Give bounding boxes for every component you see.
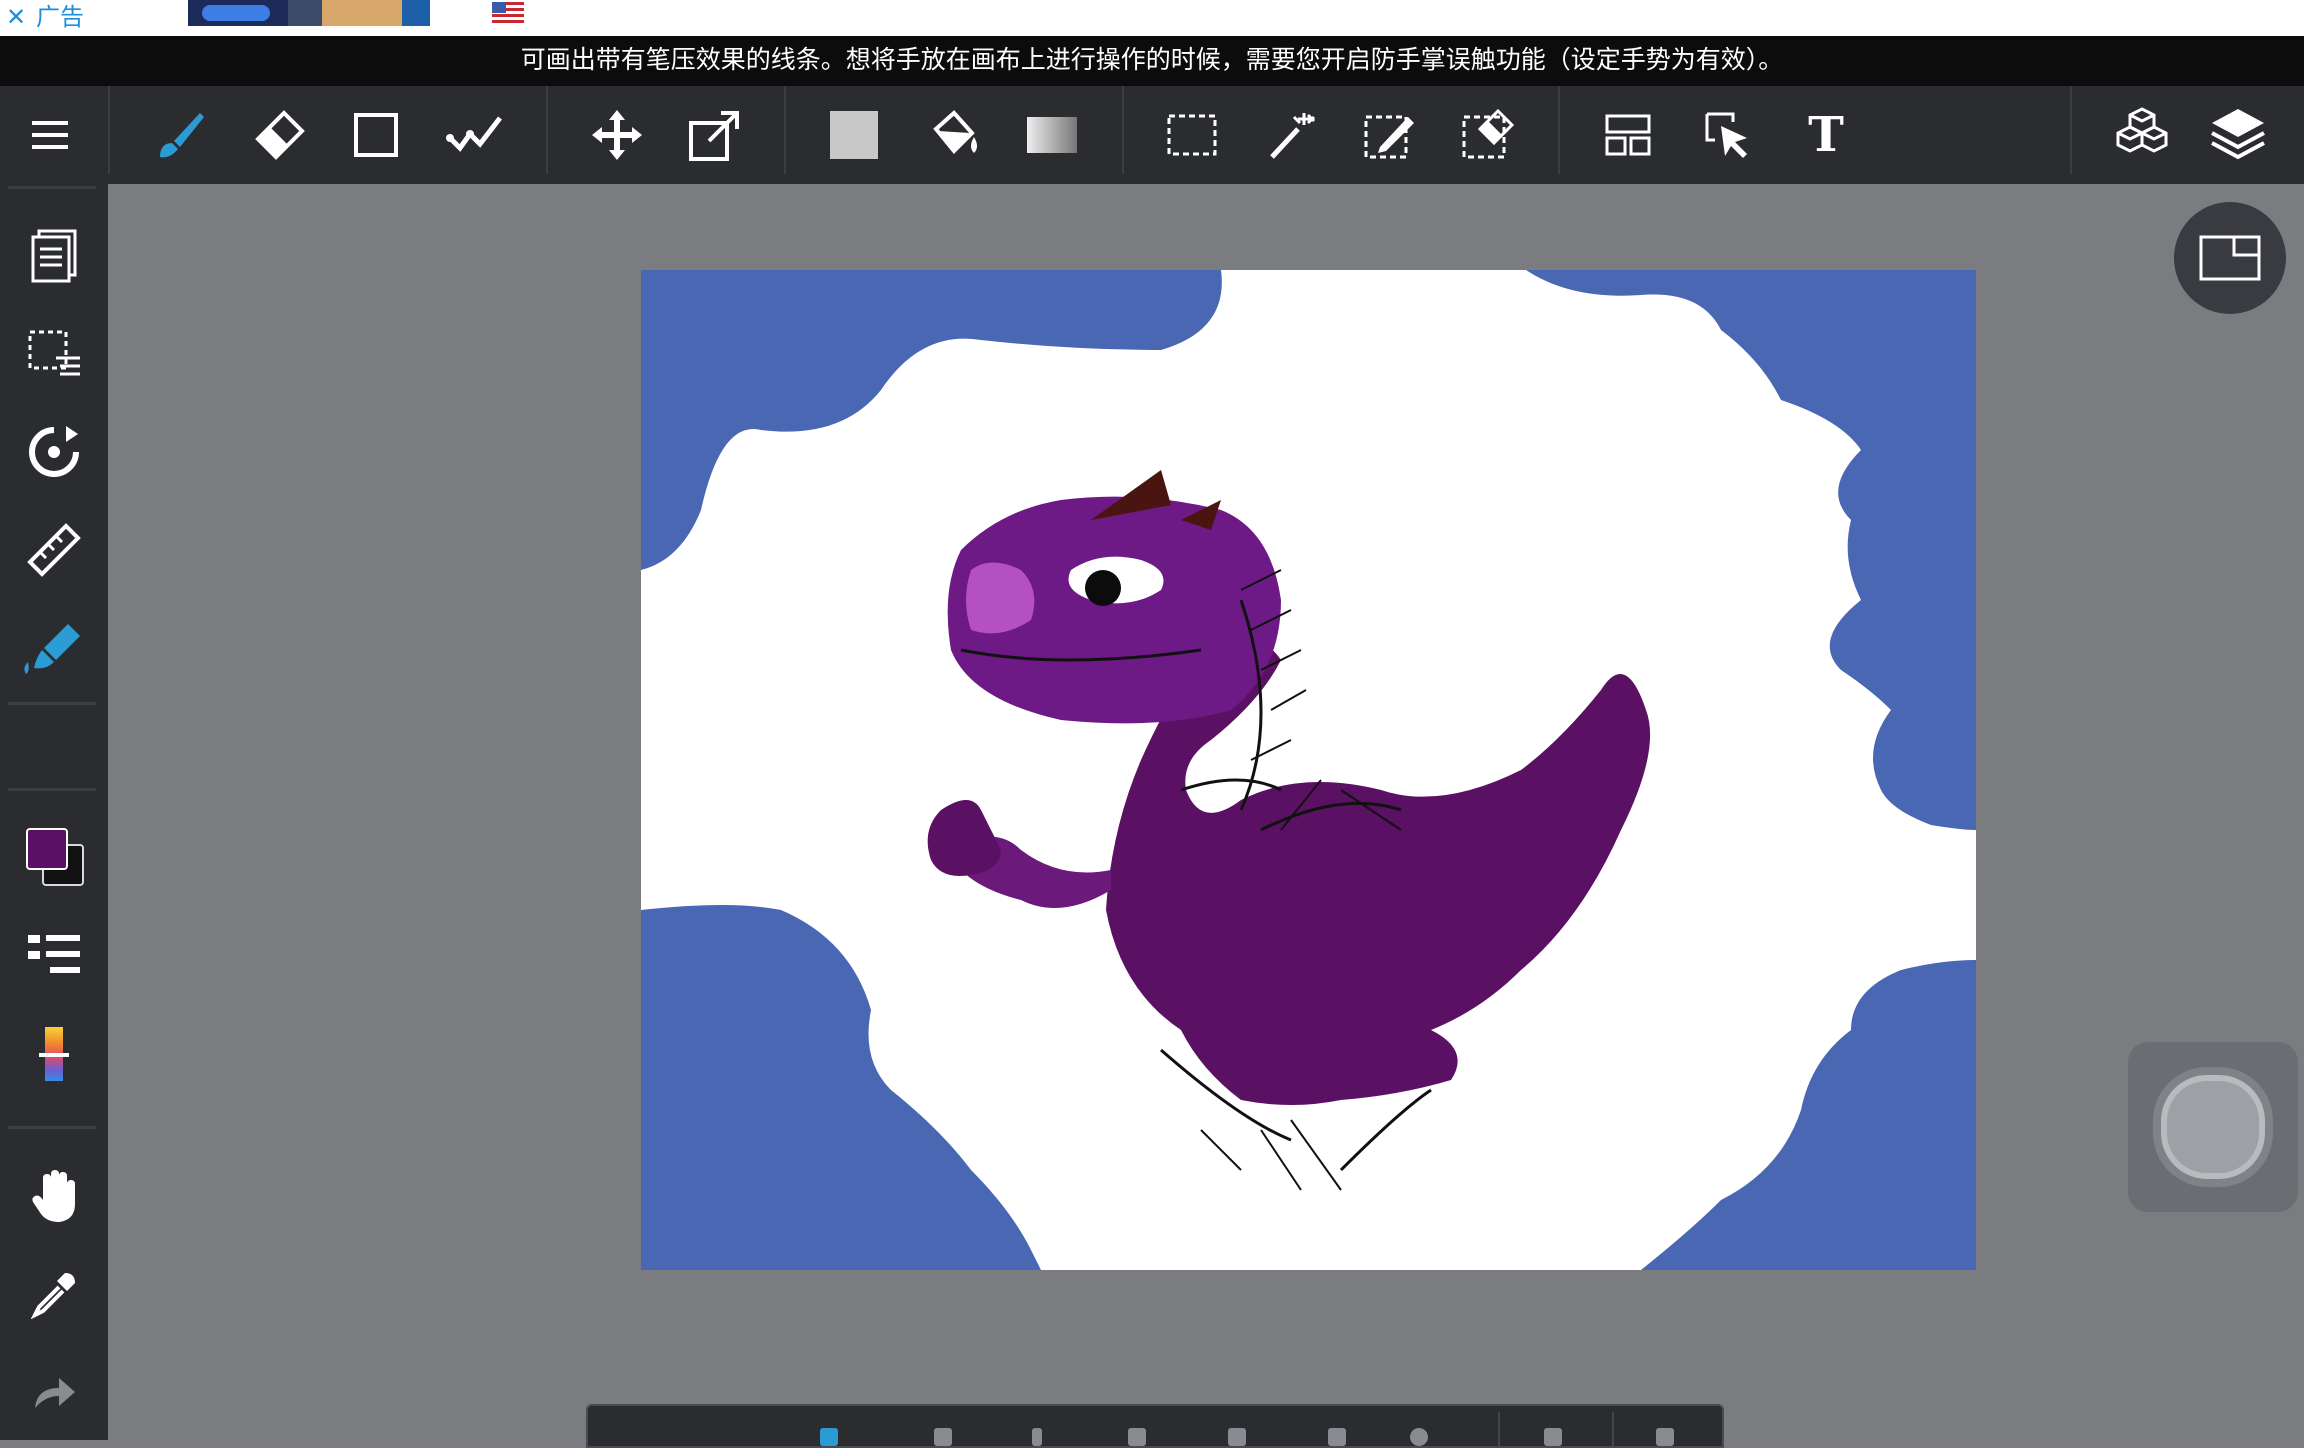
rotate-icon[interactable] [22, 420, 86, 484]
layer-icon[interactable] [1544, 1428, 1562, 1446]
circle-icon[interactable] [1410, 1428, 1428, 1446]
quick-touch-button[interactable] [2161, 1075, 2265, 1179]
brush-fill-icon[interactable] [22, 616, 86, 680]
bucket-icon[interactable] [922, 103, 986, 167]
bottom-tool-bar[interactable] [586, 1404, 1724, 1448]
eraser-icon[interactable] [246, 103, 310, 167]
fill-color-icon[interactable] [822, 103, 886, 167]
foreground-color[interactable] [26, 828, 68, 870]
correction-icon[interactable] [1128, 1428, 1146, 1446]
shape-icon[interactable] [344, 103, 408, 167]
ad-close-icon[interactable]: ✕ [6, 3, 26, 31]
more-icon[interactable] [1656, 1428, 1674, 1446]
selection-list-icon[interactable] [22, 322, 86, 386]
pen-icon[interactable] [1328, 1428, 1346, 1446]
ad-image[interactable] [402, 0, 430, 26]
ad-banner[interactable]: ✕ 广告 [0, 0, 2304, 36]
navigator-button[interactable] [2174, 202, 2286, 314]
brush-icon[interactable] [820, 1428, 838, 1446]
tip-banner: 可画出带有笔压效果的线条。想将手放在画布上进行操作的时候，需要您开启防手掌误触功… [0, 36, 2304, 86]
quick-touch-panel[interactable] [2128, 1042, 2298, 1212]
select-eraser-icon[interactable] [1456, 103, 1520, 167]
dragon-eye-pupil [1085, 570, 1121, 606]
blue-background-shape [1641, 960, 1976, 1270]
drawing-canvas[interactable] [641, 270, 1976, 1270]
transform-icon[interactable] [683, 103, 747, 167]
ad-image[interactable] [188, 0, 288, 26]
ad-label: 广告 [36, 3, 84, 31]
flag-icon[interactable] [492, 2, 524, 24]
left-sidebar [0, 184, 108, 1440]
menu-icon[interactable] [18, 103, 82, 167]
tip-text: 可画出带有笔压效果的线条。想将手放在画布上进行操作的时候，需要您开启防手掌误触功… [520, 45, 1784, 74]
select-pen-icon[interactable] [1358, 103, 1422, 167]
blue-background-shape [641, 905, 1041, 1270]
layout-icon[interactable] [1596, 103, 1660, 167]
text-icon[interactable]: T [1794, 103, 1858, 167]
dragon-hand [927, 800, 1001, 876]
select-rect-icon[interactable] [1160, 103, 1224, 167]
layers-icon[interactable] [2206, 103, 2270, 167]
eraser-icon[interactable] [934, 1428, 952, 1446]
brush-settings-icon[interactable] [22, 924, 86, 988]
operation-icon[interactable] [1696, 103, 1760, 167]
pages-icon[interactable] [22, 224, 86, 288]
settings-icon[interactable] [1228, 1428, 1246, 1446]
text-tool-label: T [1808, 107, 1844, 163]
ruler-icon[interactable] [22, 518, 86, 582]
gradient-icon[interactable] [1020, 103, 1084, 167]
3d-material-icon[interactable] [2110, 103, 2174, 167]
ad-image[interactable] [322, 0, 402, 26]
eyedropper-icon[interactable] [22, 1262, 86, 1326]
ad-image[interactable] [288, 0, 322, 26]
color-swatch[interactable] [24, 826, 88, 890]
hand-icon[interactable] [22, 1164, 86, 1228]
magic-wand-icon[interactable] [1260, 103, 1324, 167]
brush-icon[interactable] [148, 103, 212, 167]
redo-icon[interactable] [22, 1360, 86, 1424]
correction-pen-icon[interactable] [444, 103, 508, 167]
top-toolbar: T [0, 86, 2304, 184]
size-icon[interactable] [1032, 1428, 1042, 1446]
move-icon[interactable] [585, 103, 649, 167]
color-picker-bar-icon[interactable] [22, 1022, 86, 1086]
